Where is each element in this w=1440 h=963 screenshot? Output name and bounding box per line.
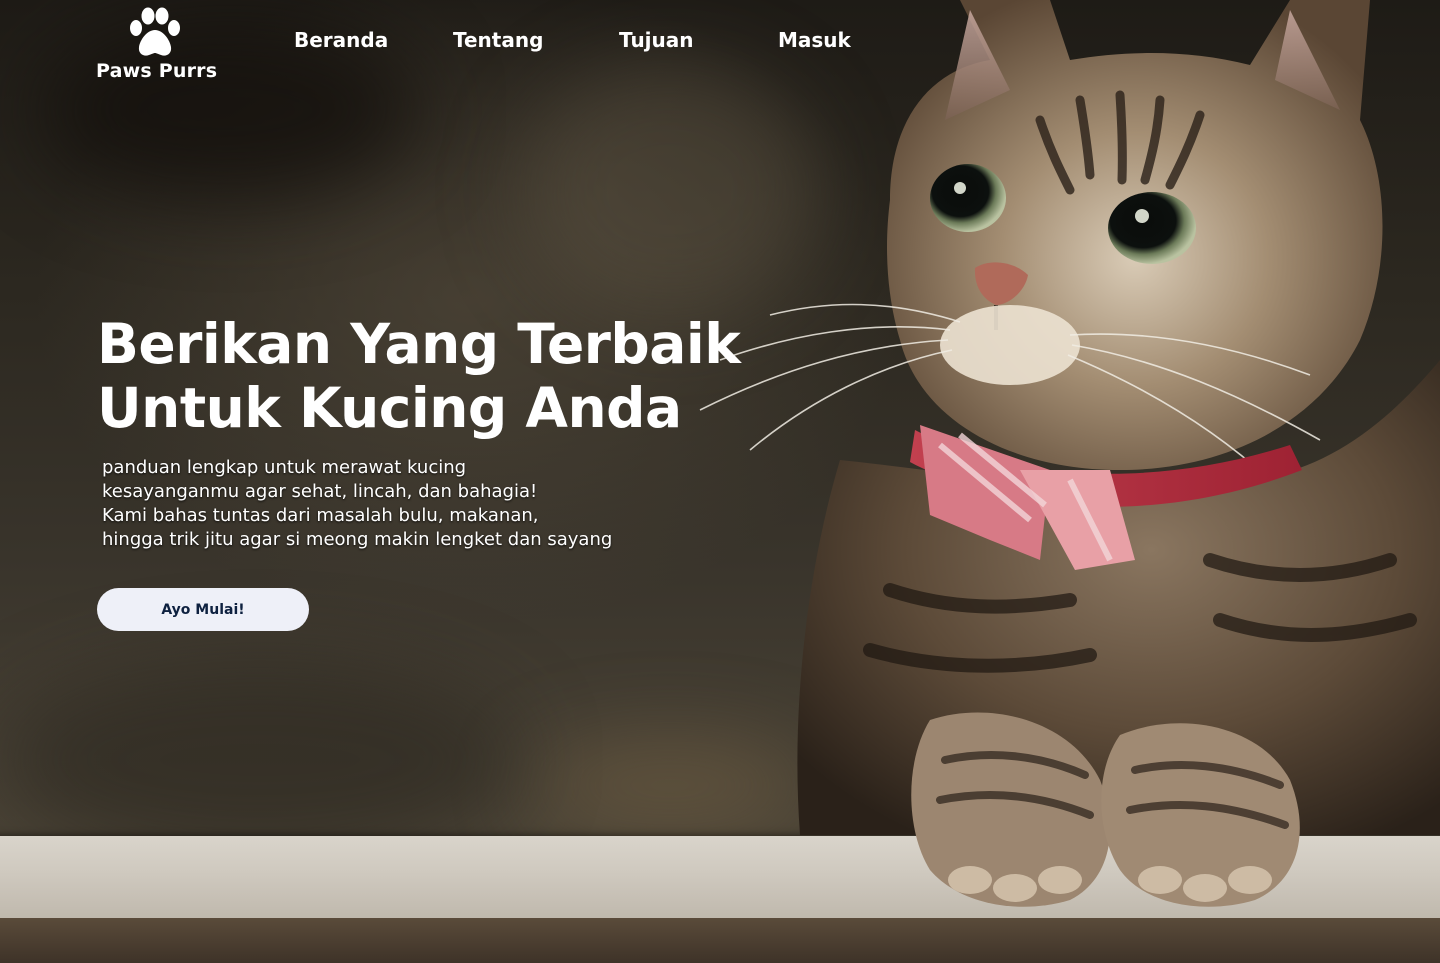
background-blur — [0, 660, 520, 860]
hero-section: Paws Purrs Beranda Tentang Tujuan Masuk … — [0, 0, 1440, 963]
subtitle-line: Kami bahas tuntas dari masalah bulu, mak… — [102, 505, 539, 526]
paw-icon — [130, 7, 180, 56]
get-started-button[interactable]: Ayo Mulai! — [97, 588, 309, 631]
nav-link-beranda[interactable]: Beranda — [294, 28, 388, 52]
headline-line: Berikan Yang Terbaik — [97, 312, 741, 376]
cat-image — [699, 0, 1440, 907]
brand-logo[interactable]: Paws Purrs — [96, 6, 218, 82]
nav-link-masuk[interactable]: Masuk — [778, 28, 851, 52]
subtitle-line: hingga trik jitu agar si meong makin len… — [102, 529, 613, 550]
hero-subtitle: panduan lengkap untuk merawat kucing kes… — [102, 456, 612, 552]
headline-line: Untuk Kucing Anda — [97, 376, 682, 440]
hero-headline: Berikan Yang Terbaik Untuk Kucing Anda — [97, 312, 741, 440]
subtitle-line: panduan lengkap untuk merawat kucing — [102, 457, 467, 478]
brand-name: Paws Purrs — [96, 60, 218, 82]
nav-link-tentang[interactable]: Tentang — [453, 28, 543, 52]
subtitle-line: kesayanganmu agar sehat, lincah, dan bah… — [102, 481, 538, 502]
nav-link-tujuan[interactable]: Tujuan — [619, 28, 694, 52]
